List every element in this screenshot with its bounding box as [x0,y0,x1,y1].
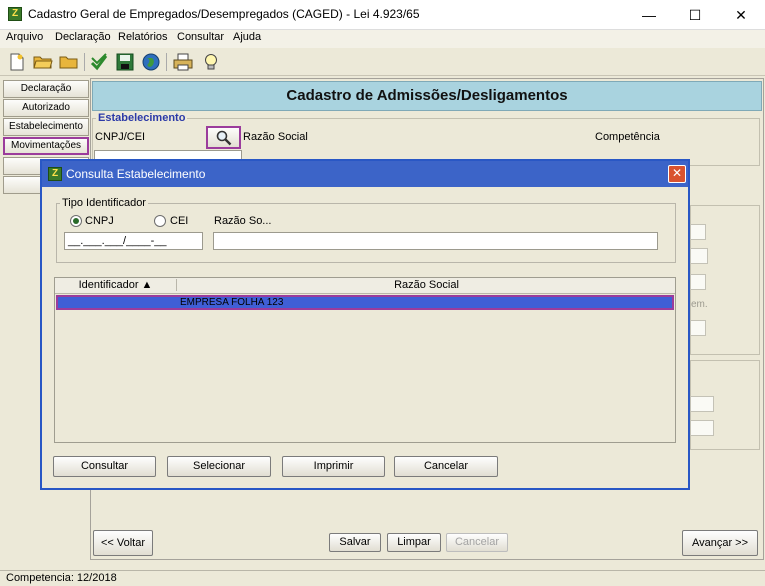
lightbulb-icon[interactable] [200,52,222,72]
maximize-icon[interactable]: ☐ [672,0,718,30]
folder-icon[interactable] [58,52,80,72]
page-title: Cadastro de Admissões/Desligamentos [92,81,762,111]
table-row[interactable]: EMPRESA FOLHA 123 [56,295,674,310]
consultar-button[interactable]: Consultar [53,456,156,477]
tipo-identificador-legend: Tipo Identificador [60,197,148,209]
razao-social-label: Razão Social [243,131,308,143]
menu-arquivo[interactable]: Arquivo [6,31,43,43]
menu-consultar[interactable]: Consultar [177,31,224,43]
column-razao-social[interactable]: Razão Social [178,279,675,291]
caged-app-icon: Z [8,7,22,21]
limpar-button[interactable]: Limpar [387,533,441,552]
toolbar-separator [166,53,167,71]
status-bar: Competencia: 12/2018 [0,570,765,586]
background-field [690,396,714,412]
globe-icon[interactable] [140,52,162,72]
table-header: Identificador ▲ Razão Social [55,278,675,294]
printer-icon[interactable] [172,52,194,72]
cei-radio[interactable] [154,215,166,227]
dialog-title: Consulta Estabelecimento [66,167,206,181]
menu-bar: Arquivo Declaração Relatórios Consultar … [0,30,765,48]
window-title-bar: Z Cadastro Geral de Empregados/Desempreg… [0,0,765,30]
search-icon [216,130,231,145]
consulta-estabelecimento-dialog: Z Consulta Estabelecimento ✕ Tipo Identi… [40,159,690,490]
close-icon[interactable]: ✕ [718,0,764,30]
menu-relatorios[interactable]: Relatórios [118,31,168,43]
toolbar-separator [84,53,85,71]
imprimir-button[interactable]: Imprimir [282,456,385,477]
new-document-icon[interactable] [6,52,28,72]
window-title: Cadastro Geral de Empregados/Desempregad… [28,7,420,21]
toolbar [0,48,765,76]
menu-ajuda[interactable]: Ajuda [233,31,261,43]
open-folder-icon[interactable] [32,52,54,72]
avancar-button[interactable]: Avançar >> [682,530,758,556]
cei-radio-label: CEI [170,215,189,227]
minimize-icon[interactable]: — [626,0,672,30]
save-disk-icon[interactable] [114,52,136,72]
competencia-label: Competência [595,131,660,143]
salvar-button[interactable]: Salvar [329,533,381,552]
nav-estabelecimento[interactable]: Estabelecimento [3,118,89,136]
cell-razao-social: EMPRESA FOLHA 123 [180,297,284,308]
nav-autorizado[interactable]: Autorizado [3,99,89,117]
background-dropdown [690,248,708,264]
menu-declaracao[interactable]: Declaração [55,31,111,43]
results-table: Identificador ▲ Razão Social EMPRESA FOL… [54,277,676,443]
dialog-close-icon[interactable]: ✕ [668,165,686,183]
background-field [690,224,706,240]
nav-declaracao[interactable]: Declaração [3,80,89,98]
cnpj-cei-label: CNPJ/CEI [95,131,146,143]
dialog-title-bar[interactable]: Z Consulta Estabelecimento ✕ [42,161,688,187]
column-identificador[interactable]: Identificador ▲ [55,279,177,291]
razao-social-input[interactable] [213,232,658,250]
razao-social-filter-label: Razão So... [214,215,272,227]
selecionar-button[interactable]: Selecionar [167,456,271,477]
background-field [690,420,714,436]
search-estabelecimento-button[interactable] [206,126,241,149]
dialog-cancelar-button[interactable]: Cancelar [394,456,498,477]
cnpj-radio-label: CNPJ [85,215,114,227]
caged-app-icon: Z [48,167,62,181]
cancelar-button[interactable]: Cancelar [446,533,508,552]
checkmark-icon[interactable] [88,52,110,72]
cnpj-radio[interactable] [70,215,82,227]
background-text: em. [691,299,708,310]
background-field [690,320,706,336]
estabelecimento-legend: Estabelecimento [96,112,188,124]
cnpj-input[interactable]: __.___.___/____-__ [64,232,203,250]
background-dropdown [690,274,706,290]
voltar-button[interactable]: << Voltar [93,530,153,556]
nav-movimentacoes[interactable]: Movimentações [3,137,89,155]
